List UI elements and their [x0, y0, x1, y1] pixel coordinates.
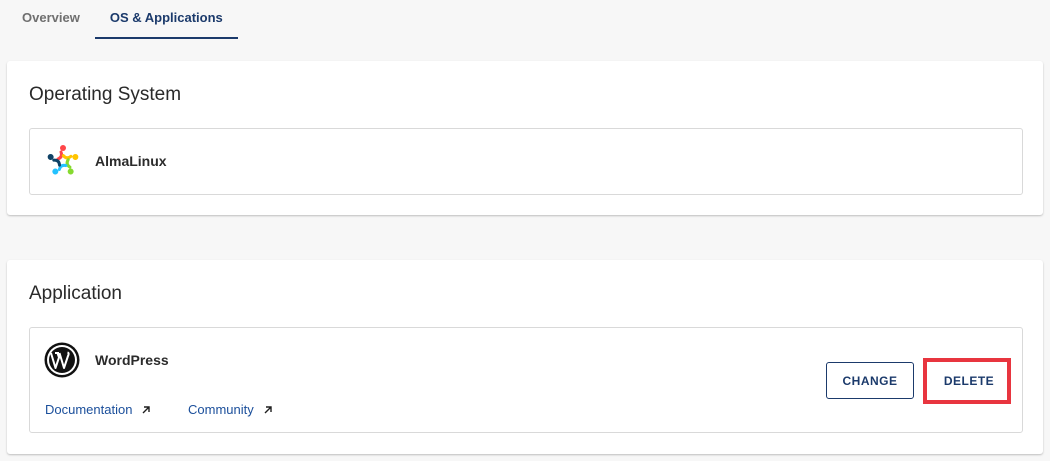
external-arrow-icon	[142, 405, 151, 413]
operating-system-card: Operating System AlmaLinux	[7, 61, 1043, 215]
community-link[interactable]: Community	[188, 402, 273, 417]
os-name: AlmaLinux	[95, 153, 167, 169]
almalinux-logo-icon	[47, 145, 79, 175]
application-card: Application WordPress Documentation Comm…	[7, 260, 1043, 454]
wordpress-logo-icon	[44, 342, 80, 378]
tab-overview[interactable]: Overview	[7, 0, 95, 39]
os-item: AlmaLinux	[29, 128, 1023, 195]
operating-system-title: Operating System	[29, 84, 182, 105]
application-title: Application	[29, 283, 122, 304]
documentation-link[interactable]: Documentation	[45, 402, 151, 417]
tab-bar: Overview OS & Applications	[7, 0, 238, 39]
app-name: WordPress	[95, 352, 169, 368]
documentation-link-label: Documentation	[45, 402, 133, 417]
community-link-label: Community	[188, 402, 254, 417]
app-item: WordPress Documentation Community CHANGE…	[29, 327, 1023, 433]
change-button[interactable]: CHANGE	[826, 362, 914, 399]
tab-os-applications[interactable]: OS & Applications	[94, 0, 238, 39]
external-arrow-icon	[264, 405, 272, 413]
delete-button[interactable]: DELETE	[928, 362, 1010, 399]
